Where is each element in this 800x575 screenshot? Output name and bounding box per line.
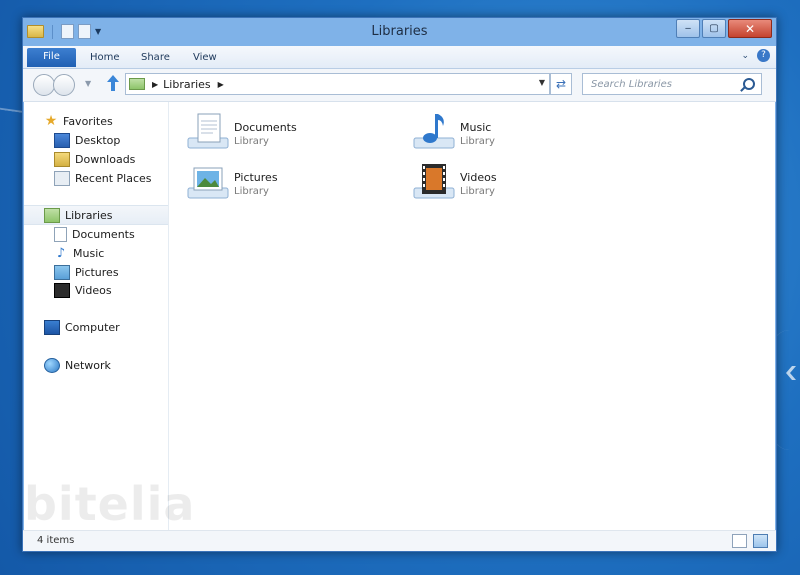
- library-name: Videos: [460, 171, 497, 184]
- tab-view[interactable]: View: [193, 49, 217, 67]
- breadcrumb-separator-icon[interactable]: ▶: [152, 80, 158, 89]
- desktop-icon: [54, 132, 70, 148]
- pictures-library-icon: [187, 167, 229, 199]
- music-library-icon: [413, 114, 455, 149]
- forward-button[interactable]: [53, 74, 75, 96]
- sidebar-item-music[interactable]: ♪ Music: [24, 244, 168, 262]
- film-icon: [54, 282, 70, 298]
- sidebar-item-label: Pictures: [75, 265, 119, 279]
- status-bar: 4 items: [23, 530, 776, 551]
- tab-file[interactable]: File: [27, 48, 76, 67]
- library-type: Library: [234, 186, 269, 197]
- sidebar-item-computer[interactable]: Computer: [24, 318, 168, 336]
- minimize-button[interactable]: ‒: [676, 19, 700, 38]
- address-dropdown-icon[interactable]: ▼: [539, 78, 545, 87]
- tab-home[interactable]: Home: [90, 49, 120, 67]
- sidebar-item-label: Videos: [75, 283, 112, 297]
- recent-places-icon: [54, 170, 70, 186]
- expand-ribbon-icon[interactable]: ⌄: [741, 51, 749, 61]
- large-icons-view-icon[interactable]: [753, 534, 768, 548]
- view-switcher: [732, 534, 768, 548]
- sidebar-item-label: Documents: [72, 227, 135, 241]
- navigation-bar: ▼ ▶ Libraries ▶ ▼ ⇄: [23, 69, 776, 102]
- sidebar-item-label: Computer: [65, 320, 120, 334]
- star-icon: ★: [44, 112, 58, 129]
- library-item-videos[interactable]: Videos Library: [412, 162, 612, 208]
- history-buttons: [33, 74, 75, 96]
- search-box: [582, 73, 762, 95]
- sidebar-item-videos[interactable]: Videos: [24, 281, 168, 299]
- videos-library-icon: [413, 164, 455, 199]
- window-title: Libraries: [371, 24, 428, 39]
- library-type: Library: [234, 136, 269, 147]
- sidebar-item-label: Recent Places: [75, 171, 152, 185]
- breadcrumb-separator-icon[interactable]: ▶: [218, 80, 224, 89]
- ribbon-tabs: File Home Share View ⌄ ?: [23, 46, 776, 69]
- libraries-icon: [44, 207, 60, 223]
- sidebar-item-libraries[interactable]: Libraries: [24, 205, 168, 225]
- recent-locations-icon[interactable]: ▼: [85, 79, 91, 88]
- search-icon[interactable]: [743, 78, 755, 90]
- music-note-icon: ♪: [56, 245, 66, 261]
- sidebar-item-recent-places[interactable]: Recent Places: [24, 169, 168, 187]
- library-item-documents[interactable]: Documents Library: [186, 112, 386, 158]
- sidebar-item-label: Network: [65, 358, 111, 372]
- sidebar-item-label: Favorites: [63, 114, 113, 128]
- navigation-pane: ★ Favorites Desktop Downloads Recent Pla…: [24, 102, 169, 530]
- content-area: ★ Favorites Desktop Downloads Recent Pla…: [24, 102, 775, 530]
- library-name: Music: [460, 121, 492, 134]
- network-globe-icon: [44, 357, 60, 373]
- library-item-music[interactable]: Music Library: [412, 112, 612, 158]
- library-name: Documents: [234, 121, 297, 134]
- title-bar: ▼ Libraries ‒ ▢ ✕: [23, 18, 776, 46]
- search-input[interactable]: [589, 77, 743, 91]
- documents-library-icon: [187, 113, 229, 149]
- breadcrumb[interactable]: Libraries: [163, 78, 211, 91]
- documents-icon: [54, 226, 67, 242]
- address-bar[interactable]: ▶ Libraries ▶ ▼: [125, 73, 550, 95]
- item-count: 4 items: [37, 535, 75, 546]
- pictures-icon: [54, 264, 70, 280]
- sidebar-item-label: Music: [73, 246, 105, 260]
- close-button[interactable]: ✕: [728, 19, 772, 38]
- downloads-icon: [54, 151, 70, 167]
- explorer-window: ▼ Libraries ‒ ▢ ✕ File Home Share View ⌄…: [22, 17, 777, 552]
- library-list: Documents Library Music Library Pictures…: [176, 102, 775, 530]
- library-type: Library: [460, 136, 495, 147]
- sidebar-item-label: Libraries: [65, 208, 113, 222]
- ribbon-controls: ⌄ ?: [741, 49, 770, 62]
- computer-icon: [44, 319, 60, 335]
- sidebar-item-network[interactable]: Network: [24, 356, 168, 374]
- watermark: bitelia: [24, 477, 196, 531]
- library-type: Library: [460, 186, 495, 197]
- refresh-button[interactable]: ⇄: [550, 73, 572, 95]
- sidebar-item-label: Downloads: [75, 152, 136, 166]
- details-view-icon[interactable]: [732, 534, 747, 548]
- libraries-icon: [129, 78, 145, 90]
- help-icon[interactable]: ?: [757, 49, 770, 62]
- maximize-button[interactable]: ▢: [702, 19, 726, 38]
- library-name: Pictures: [234, 171, 278, 184]
- library-item-pictures[interactable]: Pictures Library: [186, 162, 386, 208]
- caption-buttons: ‒ ▢ ✕: [676, 19, 772, 38]
- sidebar-item-desktop[interactable]: Desktop: [24, 131, 168, 149]
- sidebar-item-label: Desktop: [75, 133, 121, 147]
- up-arrow-icon[interactable]: [107, 75, 119, 91]
- back-button[interactable]: [33, 74, 55, 96]
- tab-share[interactable]: Share: [141, 49, 170, 67]
- sidebar-item-downloads[interactable]: Downloads: [24, 150, 168, 168]
- sidebar-item-documents[interactable]: Documents: [24, 225, 168, 243]
- sidebar-item-pictures[interactable]: Pictures: [24, 263, 168, 281]
- sidebar-item-favorites[interactable]: ★ Favorites: [24, 112, 168, 130]
